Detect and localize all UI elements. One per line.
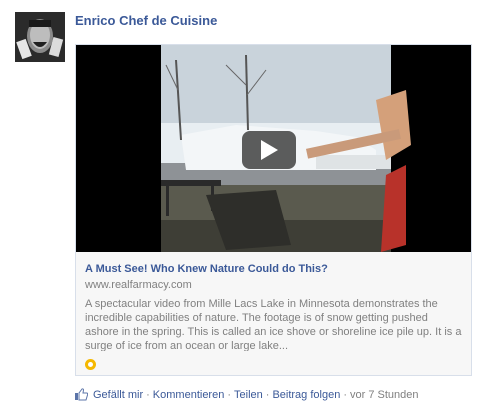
post-actions: Gefällt mir · Kommentieren · Teilen · Be… xyxy=(75,388,419,401)
author-avatar[interactable] xyxy=(15,12,65,62)
shared-badge-icon xyxy=(85,359,96,370)
follow-post-link[interactable]: Beitrag folgen xyxy=(272,389,340,401)
shared-link-card: A Must See! Who Knew Nature Could do Thi… xyxy=(75,44,472,376)
link-domain: www.realfarmacy.com xyxy=(85,279,192,291)
link-title[interactable]: A Must See! Who Knew Nature Could do Thi… xyxy=(85,263,328,275)
like-link[interactable]: Gefällt mir xyxy=(93,389,143,401)
author-name-link[interactable]: Enrico Chef de Cuisine xyxy=(75,13,217,28)
comment-link[interactable]: Kommentieren xyxy=(153,389,225,401)
post-timestamp[interactable]: vor 7 Stunden xyxy=(350,389,419,401)
avatar-image xyxy=(15,12,65,62)
video-thumbnail[interactable] xyxy=(76,45,471,252)
like-thumb-icon xyxy=(75,388,88,401)
play-icon xyxy=(261,140,278,160)
separator: · xyxy=(265,388,270,401)
share-link[interactable]: Teilen xyxy=(234,389,263,401)
separator: · xyxy=(343,388,347,401)
separator: · xyxy=(146,388,150,401)
link-description: A spectacular video from Mille Lacs Lake… xyxy=(85,298,462,351)
play-button[interactable] xyxy=(242,131,296,169)
separator: · xyxy=(227,388,232,401)
